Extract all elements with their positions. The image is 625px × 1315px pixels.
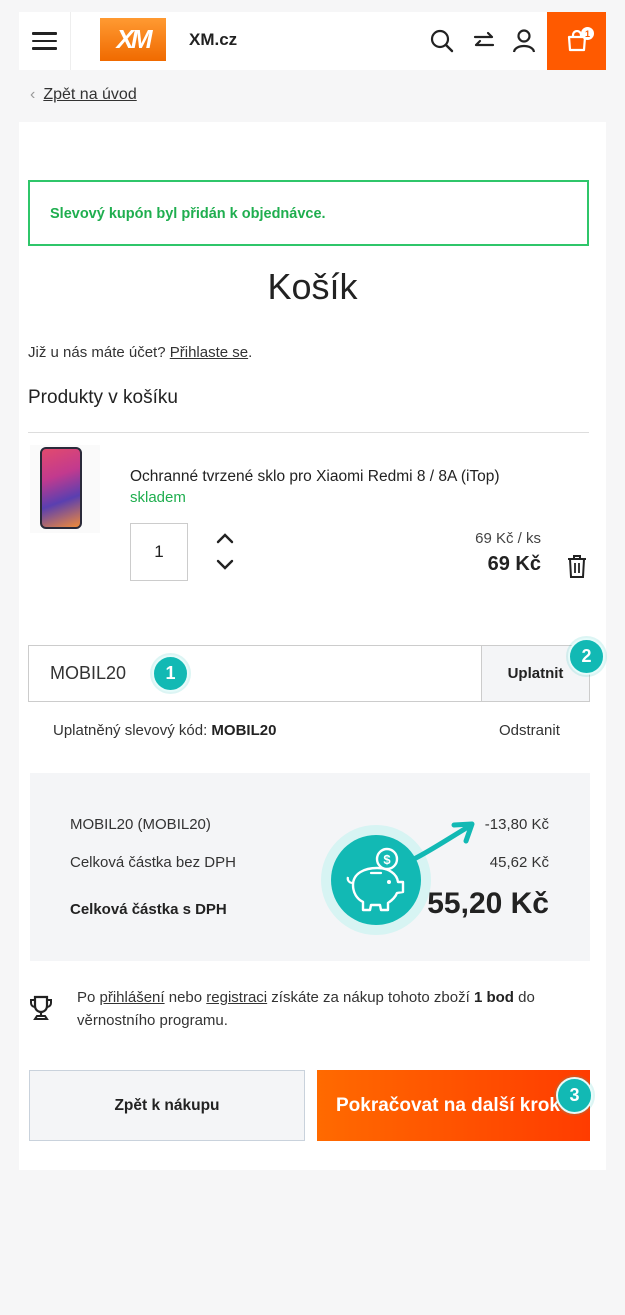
phone-image (40, 447, 82, 529)
svg-text:$: $ (383, 852, 391, 867)
applied-coupon: Uplatněný slevový kód: MOBIL20 (53, 722, 276, 739)
step-badge-3: 3 (556, 1077, 593, 1114)
cart-count-badge: 1 (581, 27, 594, 40)
arrow-icon (411, 821, 475, 862)
grand-total-label: Celková částka s DPH (70, 901, 227, 918)
piggy-bank-icon: $ (331, 835, 421, 925)
products-section-title: Produkty v košíku (28, 387, 178, 408)
loyalty-text-1: Po (77, 989, 100, 1006)
line-total-price: 69 Kč (487, 553, 541, 575)
loyalty-info: Po přihlášení nebo registraci získáte za… (77, 986, 587, 1032)
quantity-increase-button[interactable] (213, 529, 237, 547)
login-link-loyalty[interactable]: přihlášení (100, 989, 165, 1006)
trophy-icon (30, 995, 52, 1020)
back-to-home-link[interactable]: Zpět na úvod (43, 86, 136, 104)
stock-status: skladem (130, 489, 186, 506)
quantity-decrease-button[interactable] (213, 556, 237, 574)
unit-price: 69 Kč / ks (475, 530, 541, 547)
chevron-up-icon (216, 533, 234, 544)
site-header: XM XM.cz 1 (19, 12, 606, 70)
register-link[interactable]: registraci (206, 989, 267, 1006)
hamburger-icon[interactable] (19, 12, 70, 70)
net-total-value: 45,62 Kč (489, 854, 549, 871)
product-image[interactable] (30, 445, 100, 533)
loyalty-points: 1 bod (473, 989, 514, 1006)
site-name[interactable]: XM.cz (189, 30, 237, 50)
coupon-code-input[interactable]: MOBIL20 (28, 645, 482, 702)
continue-next-step-button[interactable]: Pokračovat na další krok (317, 1070, 590, 1141)
chevron-down-icon (216, 559, 234, 570)
remove-coupon-link[interactable]: Odstranit (499, 722, 560, 739)
header-divider (70, 12, 71, 70)
compare-icon[interactable] (471, 28, 497, 54)
login-question: Již u nás máte účet? (28, 344, 166, 361)
net-total-label: Celková částka bez DPH (70, 854, 236, 871)
order-summary: MOBIL20 (MOBIL20) -13,80 Kč Celková část… (30, 773, 590, 961)
login-suffix: . (248, 344, 253, 361)
coupon-added-alert: Slevový kupón byl přidán k objednávce. (28, 180, 589, 246)
quantity-input[interactable]: 1 (130, 523, 188, 581)
product-name[interactable]: Ochranné tvrzené sklo pro Xiaomi Redmi 8… (130, 468, 500, 486)
discount-label: MOBIL20 (MOBIL20) (70, 816, 211, 833)
chevron-left-icon: ‹ (30, 86, 36, 103)
step-badge-2: 2 (568, 638, 605, 675)
back-to-home[interactable]: ‹ Zpět na úvod (30, 86, 137, 104)
cart-button[interactable]: 1 (547, 12, 606, 70)
applied-coupon-label: Uplatněný slevový kód: (53, 722, 208, 739)
login-prompt: Již u nás máte účet? Přihlaste se. (28, 344, 252, 361)
site-logo[interactable]: XM (100, 18, 166, 61)
login-link[interactable]: Přihlaste se (170, 344, 248, 361)
loyalty-text-2: nebo (164, 989, 207, 1006)
loyalty-text-3: získáte za nákup tohoto zboží (267, 989, 474, 1006)
step-badge-1: 1 (152, 655, 189, 692)
trash-icon[interactable] (565, 553, 589, 579)
alert-message: Slevový kupón byl přidán k objednávce. (50, 206, 326, 222)
search-icon[interactable] (429, 28, 455, 54)
discount-value: -13,80 Kč (484, 816, 549, 833)
user-icon[interactable] (511, 28, 537, 54)
back-to-shopping-button[interactable]: Zpět k nákupu (29, 1070, 305, 1141)
applied-coupon-code: MOBIL20 (211, 722, 277, 739)
grand-total-value: 55,20 Kč (427, 887, 549, 920)
divider (28, 432, 589, 433)
page-title: Košík (267, 266, 358, 307)
